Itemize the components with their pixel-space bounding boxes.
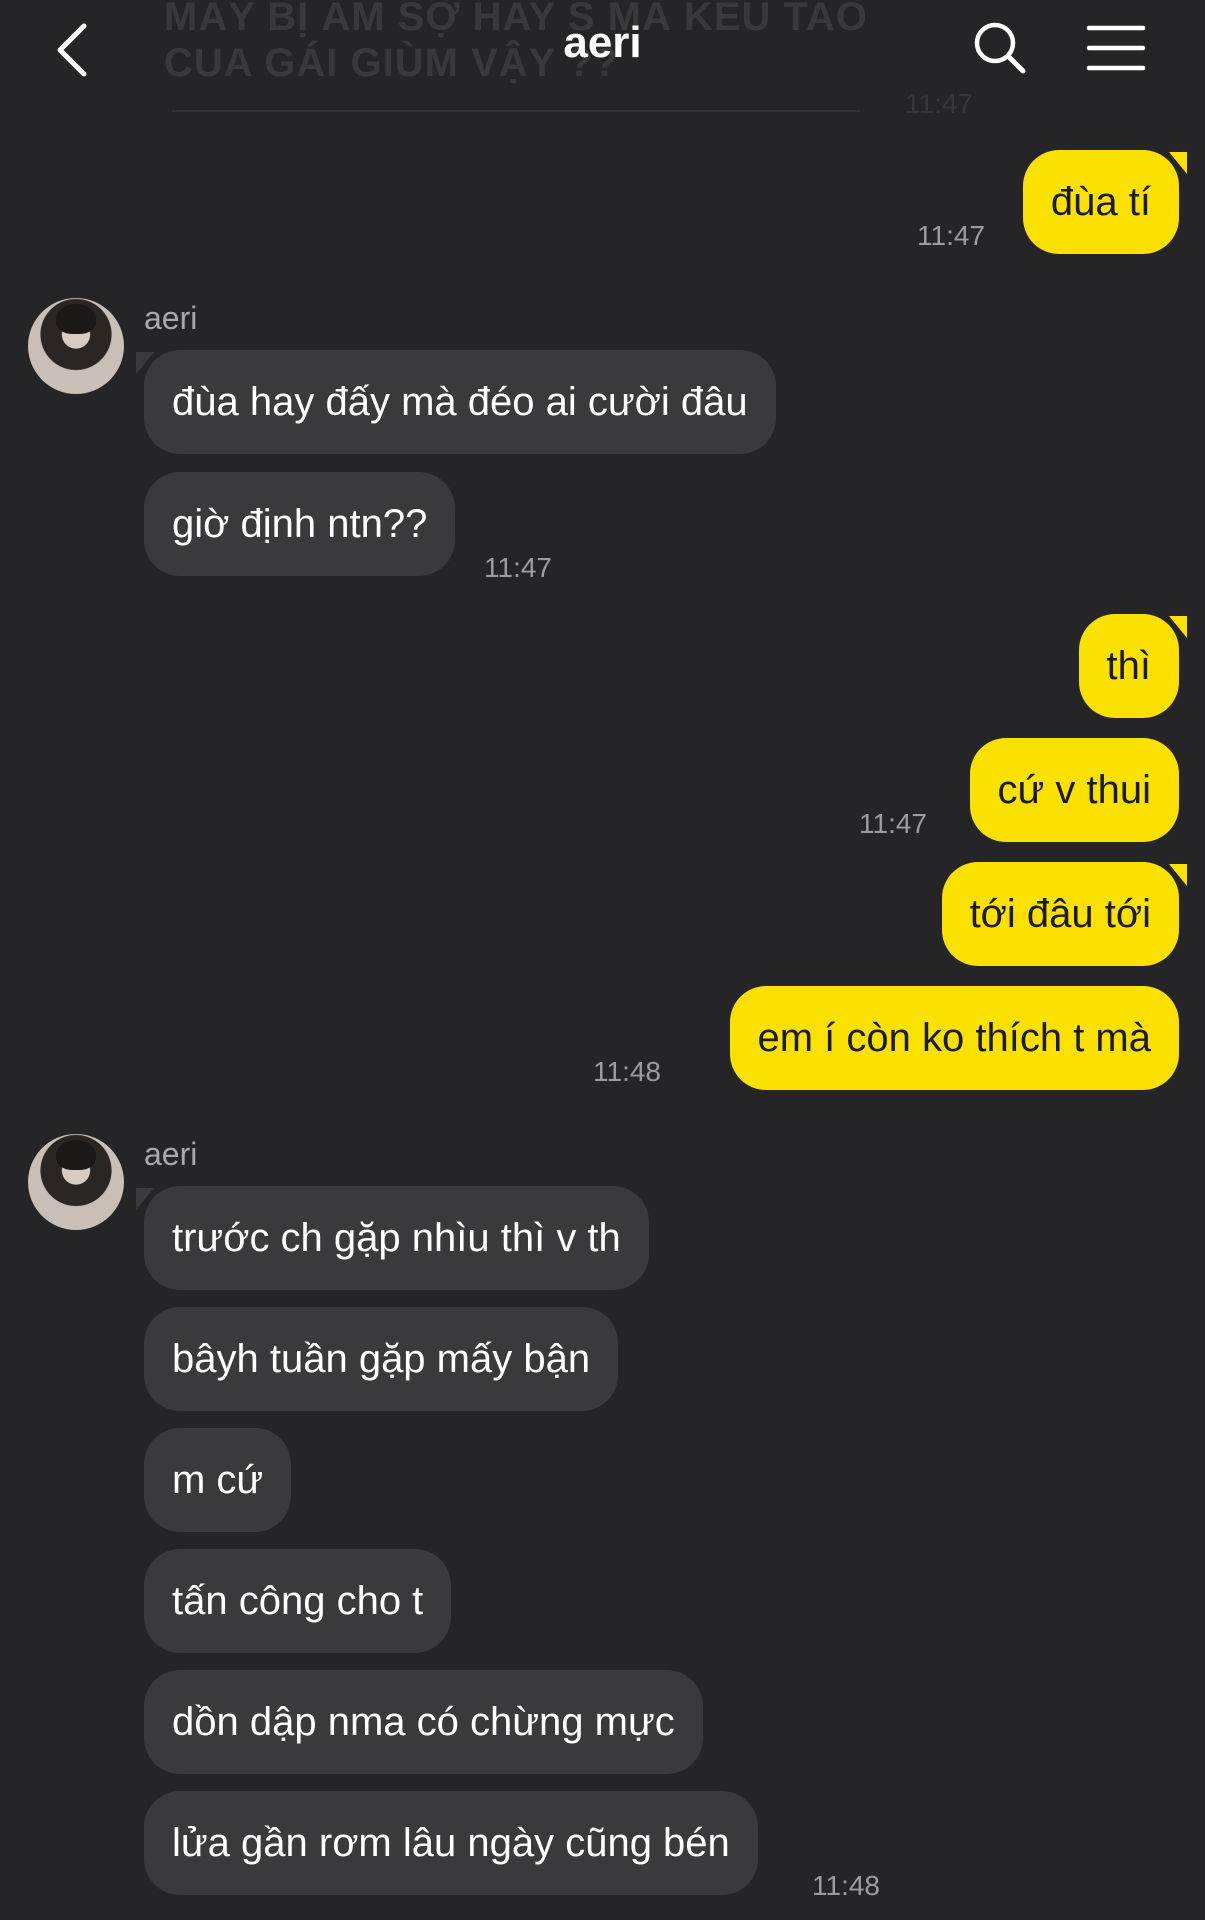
- bubble-tail: [1169, 616, 1187, 638]
- message-bubble-mine[interactable]: tới đâu tới: [941, 862, 1179, 966]
- bubble-tail: [136, 1188, 154, 1210]
- message-bubble-theirs[interactable]: giờ định ntn??: [144, 472, 456, 576]
- avatar[interactable]: [28, 1134, 124, 1230]
- message-time: 11:47: [917, 220, 985, 251]
- message-time: 11:48: [812, 1870, 880, 1901]
- message-bubble-theirs[interactable]: đùa hay đấy mà đéo ai cười đâu: [144, 350, 776, 454]
- message-bubble-theirs[interactable]: dồn dập nma có chừng mực: [144, 1670, 703, 1774]
- message-bubble-theirs[interactable]: m cứ: [144, 1428, 292, 1532]
- bubble-tail: [1169, 864, 1187, 886]
- message-bubble-mine[interactable]: cứ v thui: [969, 738, 1179, 842]
- message-bubble-mine[interactable]: đùa tí: [1022, 150, 1179, 254]
- message-bubble-theirs[interactable]: trước ch gặp nhìu thì v th: [144, 1186, 649, 1290]
- bubble-tail: [136, 352, 154, 374]
- divider: [172, 110, 860, 112]
- message-bubble-mine[interactable]: em í còn ko thích t mà: [729, 986, 1179, 1090]
- avatar[interactable]: [28, 298, 124, 394]
- chat-header: aeri: [0, 0, 1205, 100]
- sender-name: aeri: [144, 300, 198, 336]
- message-bubble-theirs[interactable]: lửa gần rơm lâu ngày cũng bén: [144, 1791, 758, 1895]
- message-bubble-mine[interactable]: thì: [1078, 614, 1179, 718]
- message-bubble-theirs[interactable]: tấn công cho t: [144, 1549, 452, 1653]
- message-bubble-theirs[interactable]: bâyh tuần gặp mấy bận: [144, 1307, 619, 1411]
- message-time: 11:47: [484, 552, 552, 583]
- sender-name: aeri: [144, 1136, 198, 1172]
- menu-icon[interactable]: [1086, 24, 1146, 72]
- bubble-tail: [1169, 152, 1187, 174]
- message-time: 11:47: [859, 808, 927, 839]
- message-time: 11:48: [593, 1056, 661, 1087]
- search-icon[interactable]: [972, 20, 1028, 76]
